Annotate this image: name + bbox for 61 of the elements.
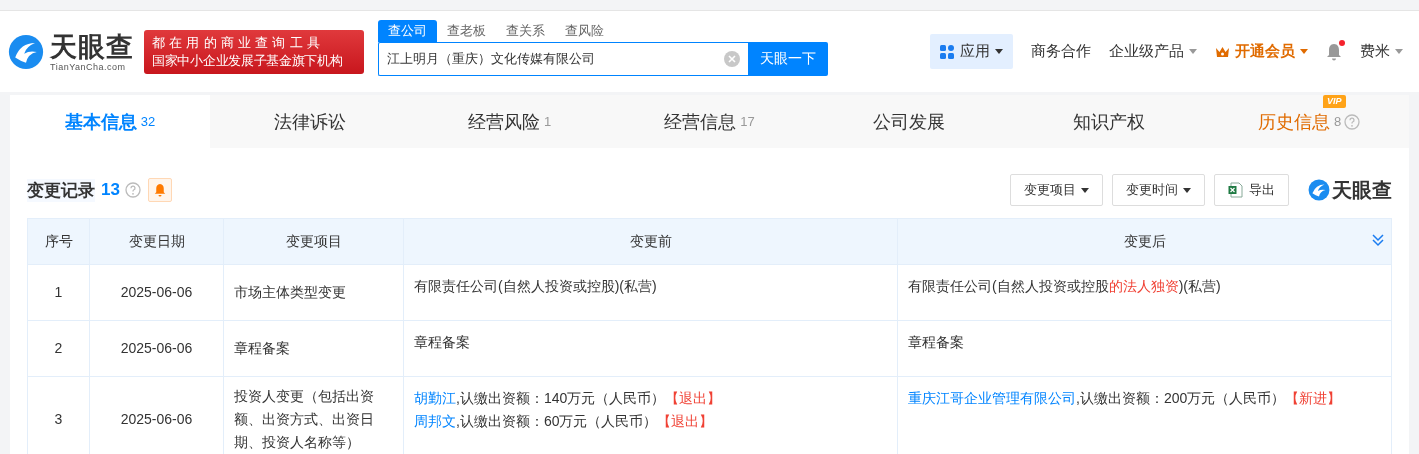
table-cell: 章程备案 <box>223 320 404 377</box>
table-cell: 章程备案 <box>897 320 1392 377</box>
table-cell: 有限责任公司(自然人投资或控股的法人独资)(私营) <box>897 264 1392 321</box>
search-field[interactable]: 江上明月（重庆）文化传媒有限公司 <box>378 42 748 76</box>
tab-count: 1 <box>544 114 552 129</box>
grid-icon <box>940 44 954 59</box>
section-title: 变更记录 <box>27 178 95 202</box>
bell-icon[interactable] <box>1326 42 1342 61</box>
table-cell: 有限责任公司(自然人投资或控股)(私营) <box>403 264 898 321</box>
logo-text: 天眼查 <box>50 31 134 62</box>
column-header: 序号 <box>27 218 90 265</box>
tab[interactable]: 法律诉讼 <box>209 95 410 148</box>
tab-count: 8 <box>1333 114 1342 129</box>
apps-button[interactable]: 应用 <box>930 34 1013 69</box>
logo-icon <box>8 33 44 70</box>
export-button[interactable]: 导出 <box>1214 174 1289 206</box>
search-tab[interactable]: 查公司 <box>378 20 437 42</box>
search-tab[interactable]: 查老板 <box>437 20 496 42</box>
column-header: 变更项目 <box>223 218 404 265</box>
nav-link[interactable]: 商务合作 <box>1031 42 1091 61</box>
bell-icon <box>153 183 166 197</box>
tab[interactable]: 知识产权 <box>1009 95 1210 148</box>
logo-icon <box>1308 179 1330 201</box>
search-tab[interactable]: 查关系 <box>496 20 555 42</box>
clear-icon[interactable] <box>724 51 740 67</box>
nav-link[interactable]: 企业级产品 <box>1109 42 1197 61</box>
search-button[interactable]: 天眼一下 <box>748 42 828 76</box>
caret-icon <box>1081 187 1089 193</box>
caret-icon <box>1183 187 1191 193</box>
column-header: 变更前 <box>403 218 898 265</box>
column-header: 变更后 <box>897 218 1392 265</box>
help-icon[interactable] <box>1344 113 1361 130</box>
table-cell: 市场主体类型变更 <box>223 264 404 321</box>
slogan-text: 都在用的商业查询工具 <box>152 33 325 52</box>
tab-count: 17 <box>740 114 755 129</box>
nav-link[interactable]: 费米 <box>1360 42 1403 61</box>
tab[interactable]: 公司发展 <box>809 95 1010 148</box>
table-cell: 2025-06-06 <box>89 264 224 321</box>
bell-button[interactable] <box>147 178 172 202</box>
brand-logo-text: 天眼查 <box>1332 177 1392 203</box>
record-count: 13 <box>101 180 120 200</box>
tab[interactable]: 基本信息 32 <box>10 95 210 148</box>
table-cell: 2025-06-06 <box>89 320 224 377</box>
column-header: 变更日期 <box>89 218 224 265</box>
logo-domain: TianYanCha.com <box>50 61 127 72</box>
help-icon[interactable] <box>124 182 141 198</box>
tab[interactable]: 经营信息 17 <box>609 95 810 148</box>
table-cell: 2 <box>27 320 90 377</box>
tab[interactable]: 经营风险 1 <box>409 95 610 148</box>
spreadsheet-icon <box>1228 182 1243 198</box>
slogan-text: 国家中小企业发展子基金旗下机构 <box>152 51 344 70</box>
table-cell: 3 <box>27 376 90 454</box>
filter-dropdown[interactable]: 变更项目 <box>1010 174 1103 206</box>
table-cell: 章程备案 <box>403 320 898 377</box>
tab-count: 32 <box>140 114 156 129</box>
crown-icon <box>1215 45 1230 58</box>
vip-badge: VIP <box>1323 95 1346 108</box>
expand-icon[interactable] <box>1371 233 1385 247</box>
table-cell: 1 <box>27 264 90 321</box>
filter-dropdown[interactable]: 变更时间 <box>1112 174 1205 206</box>
search-tab[interactable]: 查风险 <box>555 20 614 42</box>
